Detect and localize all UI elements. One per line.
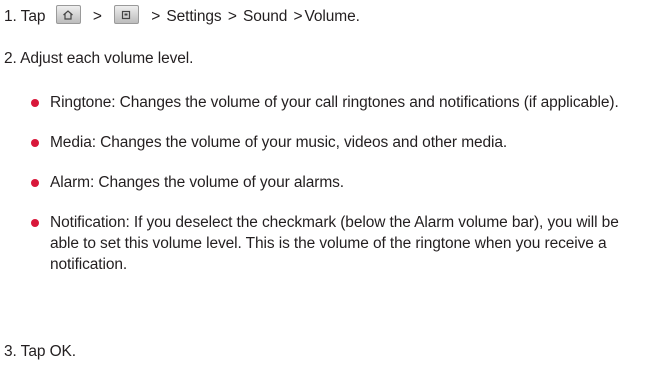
step-2: 2. Adjust each volume level.: [4, 48, 193, 69]
volume-term: Volume: [304, 8, 356, 25]
step-1-number: 1.: [4, 8, 17, 25]
sound-term: Sound: [242, 8, 288, 25]
ringtone-description: : Changes the volume of your call ringto…: [111, 94, 619, 111]
step-1: 1. Tap > > Settings > Sound > Volume.: [4, 5, 360, 27]
media-description: : Changes the volume of your music, vide…: [91, 134, 508, 151]
bullet-dot: [31, 219, 39, 227]
list-item-media: Media: Changes the volume of your music,…: [30, 132, 638, 153]
list-item-ringtone: Ringtone: Changes the volume of your cal…: [30, 92, 638, 113]
step-1-period: .: [355, 8, 360, 25]
settings-term: Settings: [166, 8, 222, 25]
home-key-icon: [55, 5, 81, 24]
step-1-separator: >: [293, 8, 303, 25]
ringtone-term: Ringtone: [50, 94, 112, 111]
menu-key-icon: [113, 5, 139, 24]
step-1-separator: >: [227, 8, 237, 25]
list-item-alarm: Alarm: Changes the volume of your alarms…: [30, 172, 638, 193]
step-3-number: 3.: [4, 343, 17, 360]
step-3-tap: Tap: [20, 343, 46, 360]
bullet-dot: [31, 99, 39, 107]
list-item-notification: Notification: If you deselect the checkm…: [30, 212, 638, 275]
step-3: 3. Tap OK.: [4, 341, 76, 362]
bullet-dot: [31, 179, 39, 187]
step-1-separator: >: [151, 8, 161, 25]
notification-term: Notification: [50, 214, 126, 231]
bullet-dot: [31, 139, 39, 147]
manual-page: 1. Tap > > Settings > Sound > Volume. 2. …: [0, 0, 656, 372]
step-1-separator: >: [92, 8, 102, 25]
step-3-period: .: [71, 343, 77, 360]
step-1-tap: Tap: [20, 8, 46, 25]
volume-options-list: Ringtone: Changes the volume of your cal…: [30, 92, 638, 275]
alarm-description: : Changes the volume of your alarms.: [89, 174, 344, 191]
step-2-text: 2. Adjust each volume level.: [4, 50, 194, 67]
media-term: Media: [50, 134, 92, 151]
ok-term: OK: [49, 343, 72, 360]
notification-description: : If you deselect the checkmark (below t…: [50, 214, 619, 273]
alarm-term: Alarm: [50, 174, 90, 191]
